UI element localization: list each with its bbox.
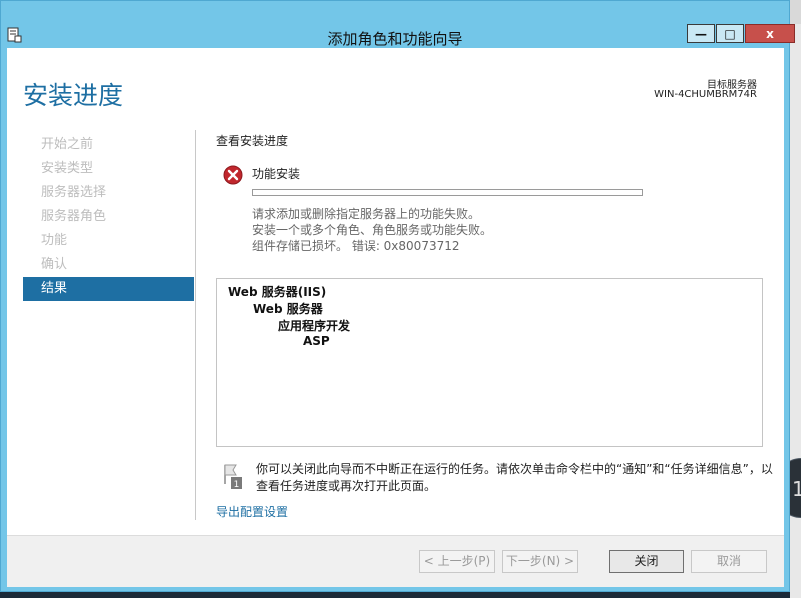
feature-results-list[interactable]: Web 服务器(IIS) Web 服务器 应用程序开发 ASP [216, 278, 763, 447]
nav-step-before-you-begin[interactable]: 开始之前 [23, 133, 194, 157]
nav-divider [195, 130, 196, 520]
nav-step-results[interactable]: 结果 [23, 277, 194, 301]
close-window-button[interactable]: x [745, 24, 795, 43]
feature-item: Web 服务器(IIS) [228, 285, 327, 299]
close-button[interactable]: 关闭 [609, 550, 684, 573]
next-button[interactable]: 下一步(N) > [502, 550, 578, 573]
error-icon [223, 165, 243, 185]
close-wizard-note: 你可以关闭此向导而不中断正在运行的任务。请依次单击命令栏中的“通知”和“任务详细… [256, 462, 773, 493]
nav-step-server-roles[interactable]: 服务器角色 [23, 205, 194, 229]
feature-item: ASP [303, 334, 330, 348]
destination-server-name: WIN-4CHUMBRM74R [654, 89, 757, 100]
window-controls: — □ x [687, 24, 796, 44]
page-title: 安装进度 [23, 81, 124, 110]
wizard-footer: < 上一步(P) 下一步(N) > 关闭 取消 [7, 535, 784, 587]
window-title: 添加角色和功能向导 [327, 30, 463, 48]
cancel-button[interactable]: 取消 [691, 550, 767, 573]
nav-step-installation-type[interactable]: 安装类型 [23, 157, 194, 181]
wizard-window: 添加角色和功能向导 — □ x 安装进度 目标服务器 WIN-4CHUMBRM7… [0, 0, 795, 592]
previous-button[interactable]: < 上一步(P) [419, 550, 495, 573]
error-message-line: 组件存储已损坏。 错误: 0x80073712 [252, 239, 460, 253]
flag-notification-icon: 1 [224, 464, 242, 490]
error-message-line: 请求添加或删除指定服务器上的功能失败。 [252, 207, 481, 221]
feature-item: 应用程序开发 [278, 319, 351, 333]
wizard-step-nav: 开始之前 安装类型 服务器选择 服务器角色 功能 确认 结果 [23, 133, 194, 301]
section-heading: 查看安装进度 [216, 134, 289, 148]
install-progress-bar [252, 189, 643, 196]
title-bar[interactable]: 添加角色和功能向导 — □ x [1, 1, 795, 48]
wizard-client-area: 安装进度 目标服务器 WIN-4CHUMBRM74R 开始之前 安装类型 服务器… [7, 48, 784, 587]
maximize-button[interactable]: □ [716, 24, 744, 43]
svg-text:1: 1 [234, 480, 240, 490]
export-configuration-link[interactable]: 导出配置设置 [216, 503, 288, 520]
minimize-button[interactable]: — [687, 24, 715, 43]
feature-item: Web 服务器 [253, 302, 323, 316]
nav-step-server-selection[interactable]: 服务器选择 [23, 181, 194, 205]
error-message-line: 安装一个或多个角色、角色服务或功能失败。 [252, 223, 493, 237]
install-status-title: 功能安装 [252, 167, 301, 181]
nav-step-confirmation[interactable]: 确认 [23, 253, 194, 277]
nav-step-features[interactable]: 功能 [23, 229, 194, 253]
